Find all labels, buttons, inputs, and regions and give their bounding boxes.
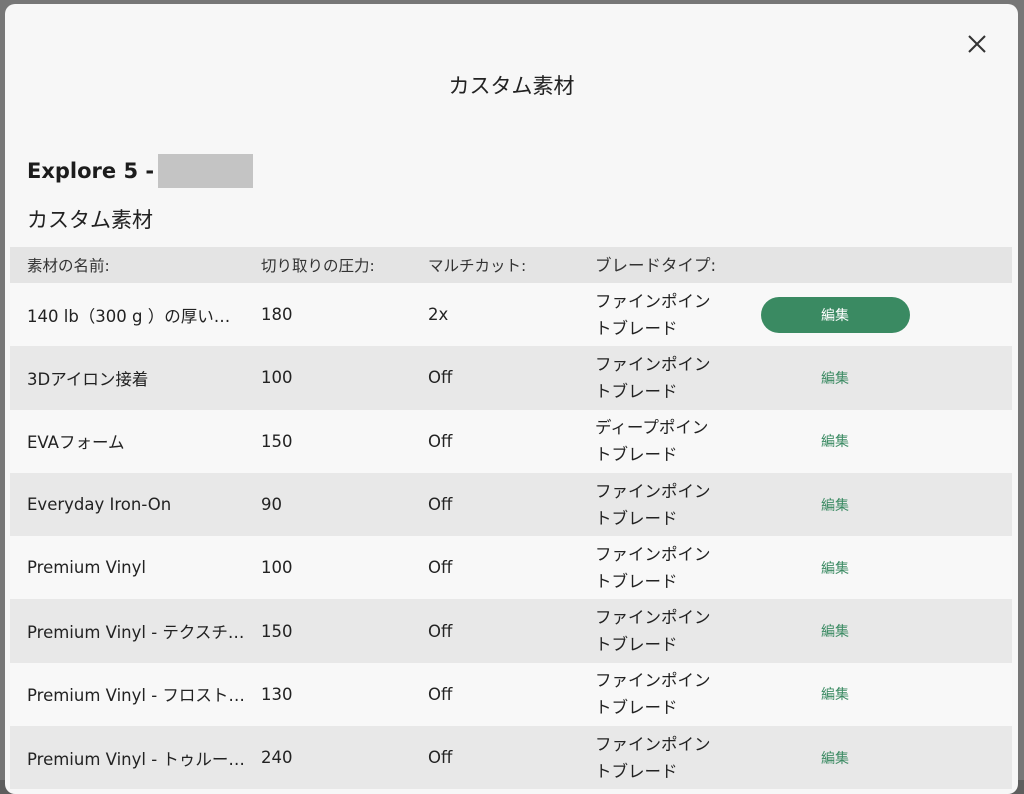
custom-materials-dialog: カスタム素材 Explore 5 - カスタム素材 素材の名前: 切り取りの圧力… xyxy=(5,4,1018,794)
row-actions: 編集 xyxy=(760,684,910,704)
material-name: 140 lb（300 g ）の厚い… xyxy=(27,306,231,326)
table-row: Premium Vinyl 100 Off ファインポイン トブレード 編集 xyxy=(10,536,1012,600)
blade-type-value: ファインポイン トブレード xyxy=(595,478,760,532)
material-name: Everyday Iron-On xyxy=(27,495,172,515)
blade-type-line: トブレード xyxy=(595,508,678,528)
cut-pressure-value: 100 xyxy=(261,558,293,578)
cut-pressure-value: 150 xyxy=(261,431,293,451)
section-title: カスタム素材 xyxy=(27,208,153,232)
row-actions: 編集 xyxy=(760,368,910,388)
blade-type-line: トブレード xyxy=(595,381,678,401)
multi-cut-value: Off xyxy=(428,684,453,704)
machine-name: Explore 5 - xyxy=(27,158,155,183)
header-cut-pressure: 切り取りの圧力: xyxy=(261,257,375,275)
cut-pressure-value: 240 xyxy=(261,748,293,768)
header-material-name: 素材の名前: xyxy=(27,257,110,275)
edit-button[interactable]: 編集 xyxy=(821,558,849,578)
cut-pressure-value: 90 xyxy=(261,495,282,515)
blade-type-line: ファインポイン xyxy=(595,608,711,628)
multi-cut-value: Off xyxy=(428,431,453,451)
blade-type-value: ファインポイン トブレード xyxy=(595,541,760,595)
edit-button[interactable]: 編集 xyxy=(821,368,849,388)
cut-pressure-value: 130 xyxy=(261,684,293,704)
blade-type-line: トブレード xyxy=(595,698,678,718)
material-name: Premium Vinyl xyxy=(27,558,146,578)
table-row: Everyday Iron-On 90 Off ファインポイン トブレード 編集 xyxy=(10,472,1012,537)
dialog-title: カスタム素材 xyxy=(448,74,575,98)
blade-type-line: ファインポイン xyxy=(595,481,711,501)
header-blade-type: ブレードタイプ: xyxy=(595,255,717,275)
blade-type-line: ファインポイン xyxy=(595,354,711,374)
row-actions: 編集 xyxy=(760,558,910,578)
table-row: Premium Vinyl - フロスト… 130 Off ファインポイン トブレード 編… xyxy=(10,662,1012,727)
multi-cut-value: Off xyxy=(428,368,453,388)
blade-type-line: ファインポイン xyxy=(595,734,711,754)
edit-button[interactable]: 編集 xyxy=(821,621,849,641)
material-name: Premium Vinyl - トゥルー… xyxy=(27,749,245,769)
blade-type-value: ファインポイン トブレード xyxy=(595,667,760,721)
material-name: EVAフォーム xyxy=(27,433,125,453)
cut-pressure-value: 100 xyxy=(261,368,293,388)
multi-cut-value: Off xyxy=(428,621,453,641)
material-name: Premium Vinyl - テクスチ… xyxy=(27,623,245,643)
blade-type-line: ファインポイン xyxy=(595,544,711,564)
table-row: EVAフォーム 150 Off ディープポイン トブレード 編集 xyxy=(10,409,1012,473)
blade-type-line: ファインポイン xyxy=(595,671,711,691)
close-icon xyxy=(968,35,986,53)
blade-type-value: ファインポイン トブレード xyxy=(595,351,760,405)
blade-type-line: トブレード xyxy=(595,635,678,655)
multi-cut-value: 2x xyxy=(428,305,449,325)
edit-button[interactable]: 編集 xyxy=(821,495,849,515)
edit-button[interactable]: 編集 xyxy=(821,431,849,451)
table-row: Premium Vinyl - テクスチ… 150 Off ファインポイン トブレード 編… xyxy=(10,599,1012,663)
blade-type-line: トブレード xyxy=(595,761,678,781)
blade-type-line: ディープポイン xyxy=(595,418,709,438)
redacted-machine-nickname xyxy=(158,153,254,188)
machine-header: Explore 5 - xyxy=(27,153,254,188)
close-button[interactable] xyxy=(963,30,991,58)
row-actions: 編集 xyxy=(760,748,910,768)
row-actions: 編集 xyxy=(760,621,910,641)
edit-button[interactable]: 編集 xyxy=(821,748,849,768)
blade-type-value: ファインポイン トブレード xyxy=(595,604,760,658)
table-header: 素材の名前: 切り取りの圧力: マルチカット: ブレードタイプ: xyxy=(10,247,1012,283)
edit-button[interactable]: 編集 xyxy=(821,684,849,704)
multi-cut-value: Off xyxy=(428,495,453,515)
cut-pressure-value: 180 xyxy=(261,305,293,325)
blade-type-value: ディープポイン トブレード xyxy=(595,414,760,468)
material-name: 3Dアイロン接着 xyxy=(27,369,149,389)
blade-type-line: トブレード xyxy=(595,318,678,338)
blade-type-value: ファインポイン トブレード xyxy=(595,288,760,342)
cut-pressure-value: 150 xyxy=(261,621,293,641)
blade-type-line: トブレード xyxy=(595,445,678,465)
table-row: 140 lb（300 g ）の厚い… 180 2x ファインポイン トブレード 編集 xyxy=(10,283,1012,347)
blade-type-value: ファインポイン トブレード xyxy=(595,731,760,785)
header-multi-cut: マルチカット: xyxy=(428,257,527,275)
row-actions: 編集 xyxy=(760,296,910,333)
material-name: Premium Vinyl - フロスト… xyxy=(27,686,245,706)
table-body: 140 lb（300 g ）の厚い… 180 2x ファインポイン トブレード 編集 3Dア… xyxy=(10,283,1012,790)
multi-cut-value: Off xyxy=(428,748,453,768)
materials-table: 素材の名前: 切り取りの圧力: マルチカット: ブレードタイプ: 140 lb（… xyxy=(10,247,1012,790)
multi-cut-value: Off xyxy=(428,558,453,578)
row-actions: 編集 xyxy=(760,431,910,451)
row-actions: 編集 xyxy=(760,495,910,515)
table-row: 3Dアイロン接着 100 Off ファインポイン トブレード 編集 xyxy=(10,346,1012,410)
blade-type-line: トブレード xyxy=(595,571,678,591)
blade-type-line: ファインポイン xyxy=(595,291,711,311)
edit-button[interactable]: 編集 xyxy=(760,296,910,333)
